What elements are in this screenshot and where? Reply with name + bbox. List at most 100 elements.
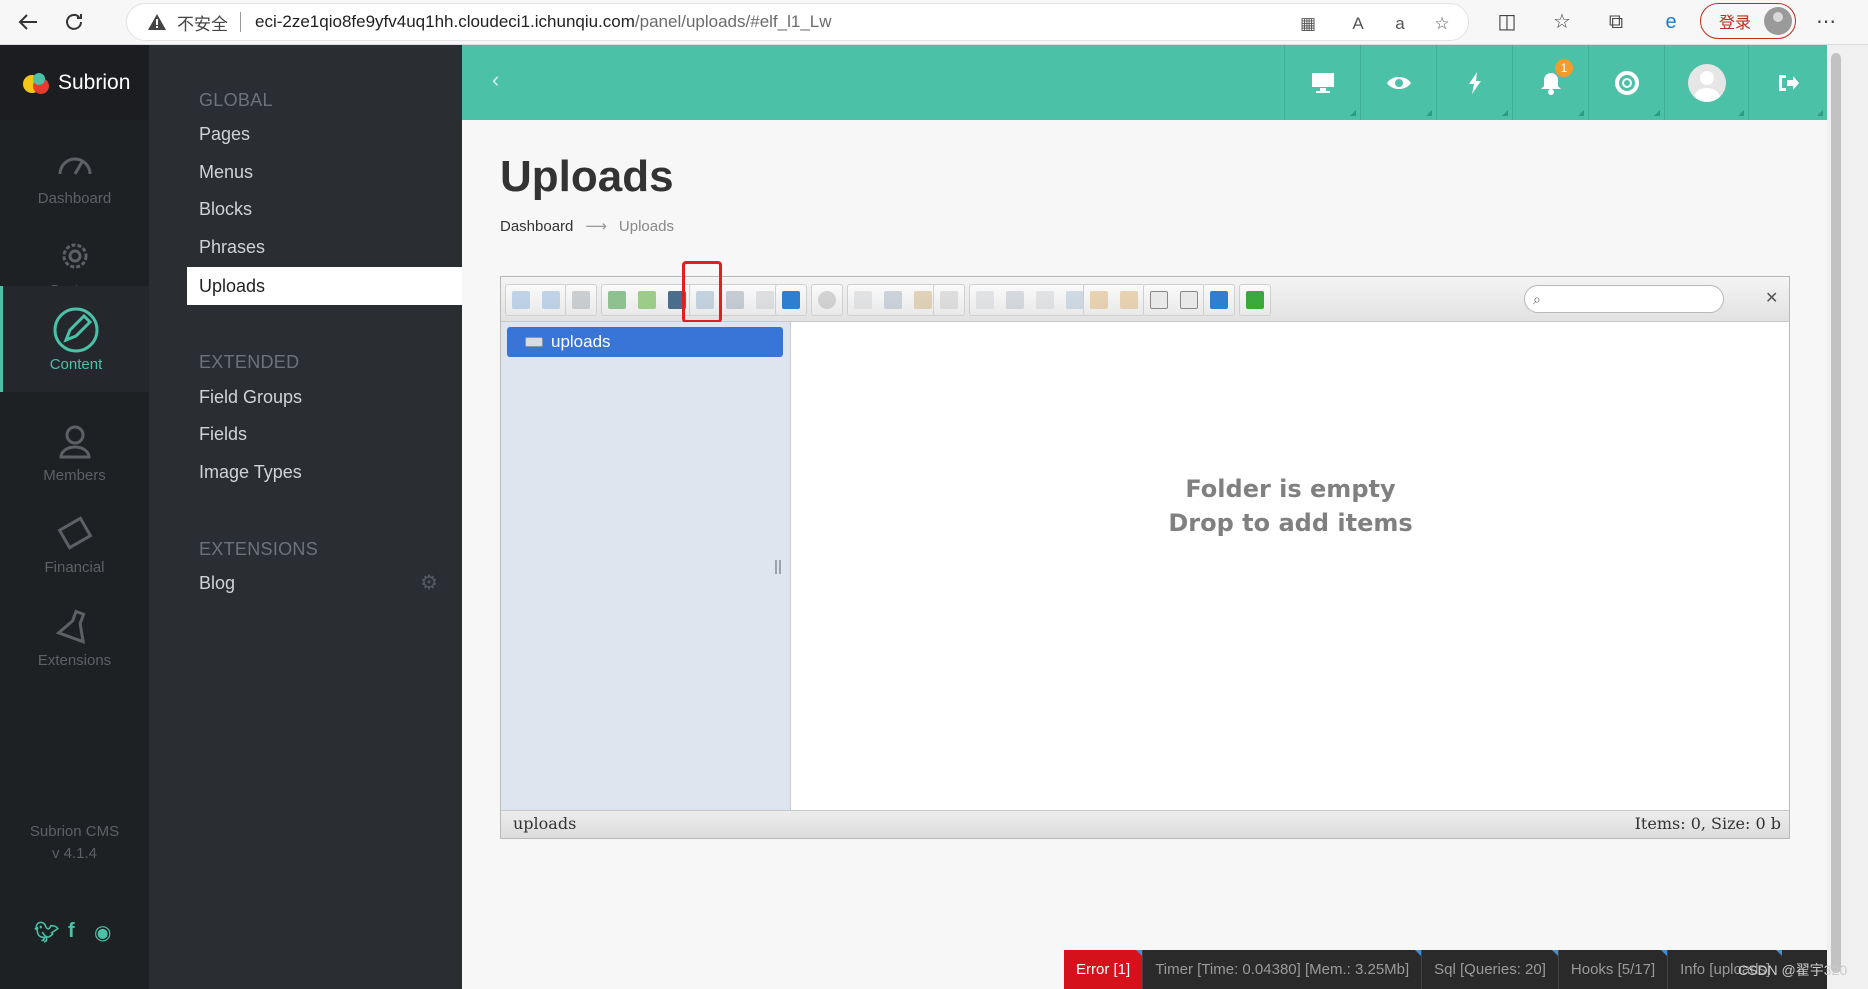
user-avatar[interactable] — [1664, 45, 1748, 120]
search-input[interactable]: ⌕ — [1524, 285, 1724, 313]
url-path: /panel/uploads/#elf_l1_Lw — [634, 12, 832, 31]
facebook-icon[interactable]: f — [68, 920, 75, 943]
main-sidebar: Subrion Dashboard System Content Members… — [0, 45, 149, 989]
submenu-item-image-types[interactable]: Image Types — [187, 453, 462, 491]
sidebar-item-label: Content — [49, 356, 103, 373]
debug-error-tab[interactable]: Error [1] — [1064, 950, 1144, 989]
info-icon[interactable] — [776, 285, 806, 315]
gear-icon[interactable]: ⚙ — [420, 564, 438, 602]
apps-grid-icon[interactable]: ▦ — [1297, 13, 1319, 35]
sidebar-item-label: Dashboard — [37, 190, 112, 207]
toolbar-group-history — [505, 284, 567, 316]
status-path: uploads — [513, 814, 577, 833]
cut-icon[interactable] — [878, 285, 908, 315]
watermark-text: CSDN @翟宇320 — [1738, 962, 1848, 978]
toolbar-group-layout — [1143, 284, 1205, 316]
debug-bar: Error [1] Timer [Time: 0.04380] [Mem.: 3… — [1064, 950, 1827, 989]
login-button[interactable]: 登录 — [1700, 3, 1796, 39]
eye-icon[interactable] — [1360, 45, 1436, 120]
submenu-item-phrases[interactable]: Phrases — [187, 228, 462, 266]
empty-folder-message: Folder is empty Drop to add items — [792, 472, 1789, 540]
view-icon[interactable] — [1144, 285, 1174, 315]
sidebar-item-label: Extensions — [37, 652, 112, 669]
submenu-heading-global: GLOBAL — [199, 90, 273, 110]
forward-icon[interactable] — [536, 285, 566, 315]
copy-icon[interactable] — [848, 285, 878, 315]
breadcrumb: Dashboard ⟶ Uploads — [500, 217, 674, 235]
avatar-icon — [1687, 63, 1726, 102]
toolbar-group-info — [775, 284, 807, 316]
insecure-label: 不安全 — [177, 14, 228, 34]
close-icon[interactable]: ✕ — [1765, 288, 1778, 308]
toolbar-group-view — [811, 284, 843, 316]
lifebuoy-icon[interactable] — [1588, 45, 1664, 120]
download-icon[interactable] — [632, 285, 662, 315]
logout-icon[interactable] — [1748, 45, 1827, 120]
sort-icon[interactable] — [1174, 285, 1204, 315]
delete-icon[interactable] — [934, 285, 964, 315]
sidebar-item-label: Members — [43, 467, 106, 484]
open-file-icon[interactable] — [602, 285, 632, 315]
submenu-item-fields[interactable]: Fields — [187, 415, 462, 453]
debug-timer-tab[interactable]: Timer [Time: 0.04380] [Mem.: 3.25Mb] — [1143, 950, 1423, 989]
twitter-icon[interactable]: 🐦︎ — [34, 920, 59, 945]
submenu-item-uploads[interactable]: Uploads — [187, 267, 462, 305]
reload-icon[interactable] — [58, 6, 90, 38]
edit-file-icon[interactable] — [1030, 285, 1060, 315]
favorite-add-icon[interactable]: ☆ — [1431, 13, 1453, 35]
chevron-left-icon[interactable]: ‹ — [492, 67, 499, 93]
translate-icon[interactable]: a — [1389, 13, 1411, 35]
help-icon[interactable] — [1204, 285, 1234, 315]
favorites-icon[interactable]: ☆ — [1548, 8, 1576, 36]
debug-sql-tab[interactable]: Sql [Queries: 20] — [1422, 950, 1559, 989]
rename-icon[interactable] — [1000, 285, 1030, 315]
duplicate-icon[interactable] — [970, 285, 1000, 315]
user-icon — [58, 425, 91, 459]
debug-hooks-tab[interactable]: Hooks [5/17] — [1559, 950, 1669, 989]
submenu-item-blog[interactable]: Blog ⚙ — [187, 564, 462, 602]
login-label: 登录 — [1719, 15, 1752, 32]
monitor-icon[interactable] — [1284, 45, 1360, 120]
read-aloud-icon[interactable]: A — [1347, 13, 1369, 35]
archive-icon[interactable] — [1084, 285, 1114, 315]
brand-logo[interactable]: Subrion — [0, 45, 149, 120]
more-menu-icon[interactable]: ⋯ — [1812, 8, 1840, 36]
submenu-item-blocks[interactable]: Blocks — [187, 190, 462, 228]
fullscreen-icon[interactable] — [1240, 285, 1270, 315]
sidebar-item-content[interactable]: Content — [0, 286, 149, 392]
breadcrumb-current: Uploads — [618, 218, 674, 235]
cms-version: Subrion CMS v 4.1.4 — [0, 821, 149, 865]
collections-icon[interactable]: ⧉ — [1602, 8, 1630, 36]
breadcrumb-home[interactable]: Dashboard — [500, 218, 573, 235]
top-header: ‹ 1 — [462, 45, 1827, 120]
page-scrollbar[interactable] — [1827, 45, 1868, 989]
gear-icon — [62, 243, 87, 269]
sidebar-item-extensions[interactable]: Extensions — [0, 582, 149, 692]
toolbar-group-manipulate — [969, 284, 1091, 316]
save-icon[interactable] — [720, 285, 750, 315]
back-icon[interactable] — [506, 285, 536, 315]
lightning-icon[interactable] — [1436, 45, 1512, 120]
submenu-item-menus[interactable]: Menus — [187, 153, 462, 191]
back-arrow-icon[interactable] — [12, 6, 44, 38]
github-icon[interactable]: ◉ — [94, 920, 111, 945]
split-screen-icon[interactable]: ◫ — [1493, 8, 1521, 36]
scrollbar-thumb[interactable] — [1831, 53, 1841, 973]
panel-resize-handle[interactable] — [775, 560, 781, 574]
address-bar[interactable]: 不安全 eci-2ze1qio8fe9yfv4uq1hh.cloudeci1.i… — [126, 3, 1469, 41]
toolbar-group-home — [565, 284, 597, 316]
money-icon — [57, 516, 92, 550]
edge-icon[interactable]: e — [1657, 8, 1685, 36]
extract-icon[interactable] — [1114, 285, 1144, 315]
toolbar-group-help — [1203, 284, 1235, 316]
home-drive-icon[interactable] — [566, 285, 596, 315]
file-area[interactable]: Folder is empty Drop to add items — [792, 322, 1789, 810]
folder-tree: uploads — [501, 322, 791, 810]
submenu-item-field-groups[interactable]: Field Groups — [187, 378, 462, 416]
cms-version-number: v 4.1.4 — [51, 845, 98, 862]
status-items: Items: 0, Size: 0 b — [1634, 814, 1781, 833]
preview-eye-icon[interactable] — [812, 285, 842, 315]
tree-item-uploads[interactable]: uploads — [507, 327, 783, 357]
bell-icon[interactable]: 1 — [1512, 45, 1588, 120]
submenu-item-pages[interactable]: Pages — [187, 115, 462, 153]
